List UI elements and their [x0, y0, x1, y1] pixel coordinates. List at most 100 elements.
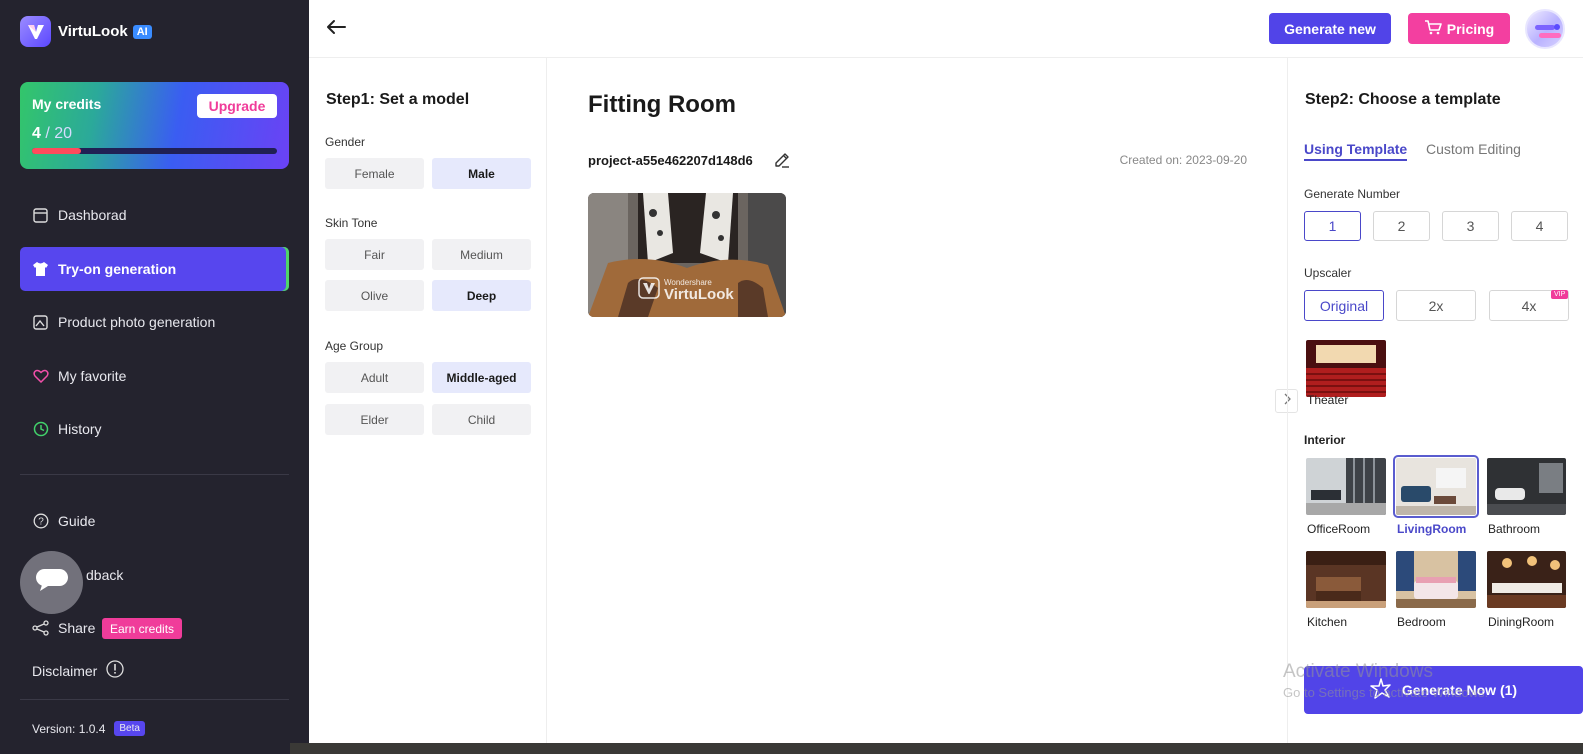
gender-label: Gender	[325, 135, 366, 149]
chat-support-button[interactable]	[20, 551, 83, 614]
template-label: Kitchen	[1307, 615, 1348, 629]
upscaler-label: Upscaler	[1304, 266, 1352, 280]
gender-option-female[interactable]: Female	[325, 158, 424, 189]
info-icon	[106, 660, 124, 681]
template-dining-room[interactable]	[1487, 551, 1566, 608]
template-theater[interactable]	[1306, 340, 1386, 397]
pricing-button[interactable]: Pricing	[1408, 13, 1510, 44]
cart-icon	[1424, 19, 1442, 38]
template-bedroom[interactable]	[1396, 551, 1476, 608]
share-icon	[32, 620, 49, 637]
sidebar-item-label: Try-on generation	[58, 261, 177, 277]
template-bathroom[interactable]	[1487, 458, 1566, 515]
project-name: project-a55e462207d148d6	[588, 153, 753, 168]
gender-option-male[interactable]: Male	[432, 158, 531, 189]
template-living-room[interactable]	[1393, 455, 1479, 518]
template-label: Bathroom	[1488, 522, 1541, 536]
sidebar-item-product-photo[interactable]: Product photo generation	[20, 300, 289, 344]
step1-title: Step1: Set a model	[326, 91, 470, 108]
upscaler-original[interactable]: Original	[1304, 290, 1384, 321]
created-date: Created on: 2023-09-20	[1119, 153, 1247, 167]
watermark-logo-icon	[638, 277, 660, 304]
heart-icon	[32, 368, 49, 385]
virtulook-logo-icon	[20, 16, 51, 47]
divider	[20, 699, 289, 700]
sidebar-item-history[interactable]: History	[20, 407, 289, 451]
template-kitchen[interactable]	[1306, 551, 1386, 608]
svg-text:?: ?	[38, 517, 44, 528]
generate-number-label: Generate Number	[1304, 187, 1401, 201]
taskbar-strip	[290, 743, 1583, 754]
template-label: Bedroom	[1397, 615, 1446, 629]
app-window: VirtuLook AI My credits 4 / 20 Upgrade D…	[0, 0, 1583, 754]
disclaimer-link[interactable]: Disclaimer	[32, 660, 124, 681]
sidebar: VirtuLook AI My credits 4 / 20 Upgrade D…	[0, 0, 309, 754]
tab-custom-editing[interactable]: Custom Editing	[1426, 141, 1521, 157]
credits-progress-bar	[32, 148, 277, 154]
version-label: Version: 1.0.4	[32, 721, 106, 736]
sidebar-item-guide[interactable]: ? Guide	[20, 499, 289, 543]
tab-using-template[interactable]: Using Template	[1304, 141, 1408, 161]
template-label: OfficeRoom	[1307, 522, 1371, 536]
vip-badge: VIP	[1551, 290, 1569, 299]
template-office-room[interactable]	[1306, 458, 1386, 515]
upscaler-2x[interactable]: 2x	[1396, 290, 1476, 321]
skin-option-olive[interactable]: Olive	[325, 280, 424, 311]
age-option-elder[interactable]: Elder	[325, 404, 424, 435]
upgrade-button[interactable]: Upgrade	[197, 94, 277, 118]
sidebar-item-label: History	[58, 421, 102, 437]
model-settings-panel: Step1: Set a model Gender Female Male Sk…	[309, 58, 547, 743]
generated-image-thumbnail[interactable]: Wondershare VirtuLook	[588, 193, 786, 317]
sidebar-item-dashboard[interactable]: Dashborad	[20, 193, 289, 237]
dashboard-icon	[32, 207, 49, 224]
age-group-label: Age Group	[325, 339, 384, 353]
edit-pencil-icon[interactable]	[773, 151, 791, 169]
generate-number-3[interactable]: 3	[1442, 211, 1499, 241]
chat-bubble-icon	[34, 567, 70, 598]
clock-icon	[32, 421, 49, 438]
logo[interactable]: VirtuLook AI	[20, 16, 152, 47]
generate-number-4[interactable]: 4	[1511, 211, 1568, 241]
generate-new-button[interactable]: Generate new	[1269, 13, 1391, 44]
back-button[interactable]	[324, 17, 348, 41]
shirt-icon	[32, 261, 49, 278]
sidebar-item-try-on-generation[interactable]: Try-on generation	[20, 247, 289, 291]
interior-label: Interior	[1304, 433, 1346, 447]
sparkle-icon	[1370, 677, 1392, 703]
step2-title: Step2: Choose a template	[1305, 91, 1501, 108]
generate-now-button[interactable]: Generate Now (1)	[1304, 666, 1583, 714]
age-option-middle-aged[interactable]: Middle-aged	[432, 362, 531, 393]
logo-text: VirtuLook	[58, 23, 128, 40]
skin-tone-label: Skin Tone	[325, 216, 378, 230]
generate-number-1[interactable]: 1	[1304, 211, 1361, 241]
credits-progress-fill	[32, 148, 81, 154]
credits-value: 4 / 20	[32, 125, 277, 143]
help-icon: ?	[32, 513, 49, 530]
earn-credits-badge[interactable]: Earn credits	[102, 618, 183, 639]
age-option-child[interactable]: Child	[432, 404, 531, 435]
age-option-adult[interactable]: Adult	[325, 362, 424, 393]
sidebar-item-label: Guide	[58, 513, 96, 529]
template-label: Theater	[1307, 393, 1349, 407]
divider	[20, 474, 289, 475]
credits-used: 4	[32, 125, 41, 142]
photo-icon	[32, 314, 49, 331]
sidebar-item-label: My favorite	[58, 368, 127, 384]
sidebar-item-label: Product photo generation	[58, 314, 216, 330]
ai-badge: AI	[132, 24, 152, 39]
avatar[interactable]	[1525, 9, 1565, 49]
generate-number-2[interactable]: 2	[1373, 211, 1430, 241]
skin-option-medium[interactable]: Medium	[432, 239, 531, 270]
arrow-left-icon	[326, 19, 346, 40]
sidebar-item-label: Dashborad	[58, 207, 127, 223]
skin-option-deep[interactable]: Deep	[432, 280, 531, 311]
watermark-product: VirtuLook	[664, 286, 734, 303]
sidebar-item-favorite[interactable]: My favorite	[20, 354, 289, 398]
credits-card: My credits 4 / 20 Upgrade	[20, 82, 289, 169]
page-title: Fitting Room	[588, 91, 736, 118]
disclaimer-label: Disclaimer	[32, 662, 98, 679]
sidebar-item-label: dback	[86, 567, 124, 583]
beta-badge: Beta	[114, 721, 145, 736]
pricing-label: Pricing	[1446, 20, 1495, 37]
skin-option-fair[interactable]: Fair	[325, 239, 424, 270]
